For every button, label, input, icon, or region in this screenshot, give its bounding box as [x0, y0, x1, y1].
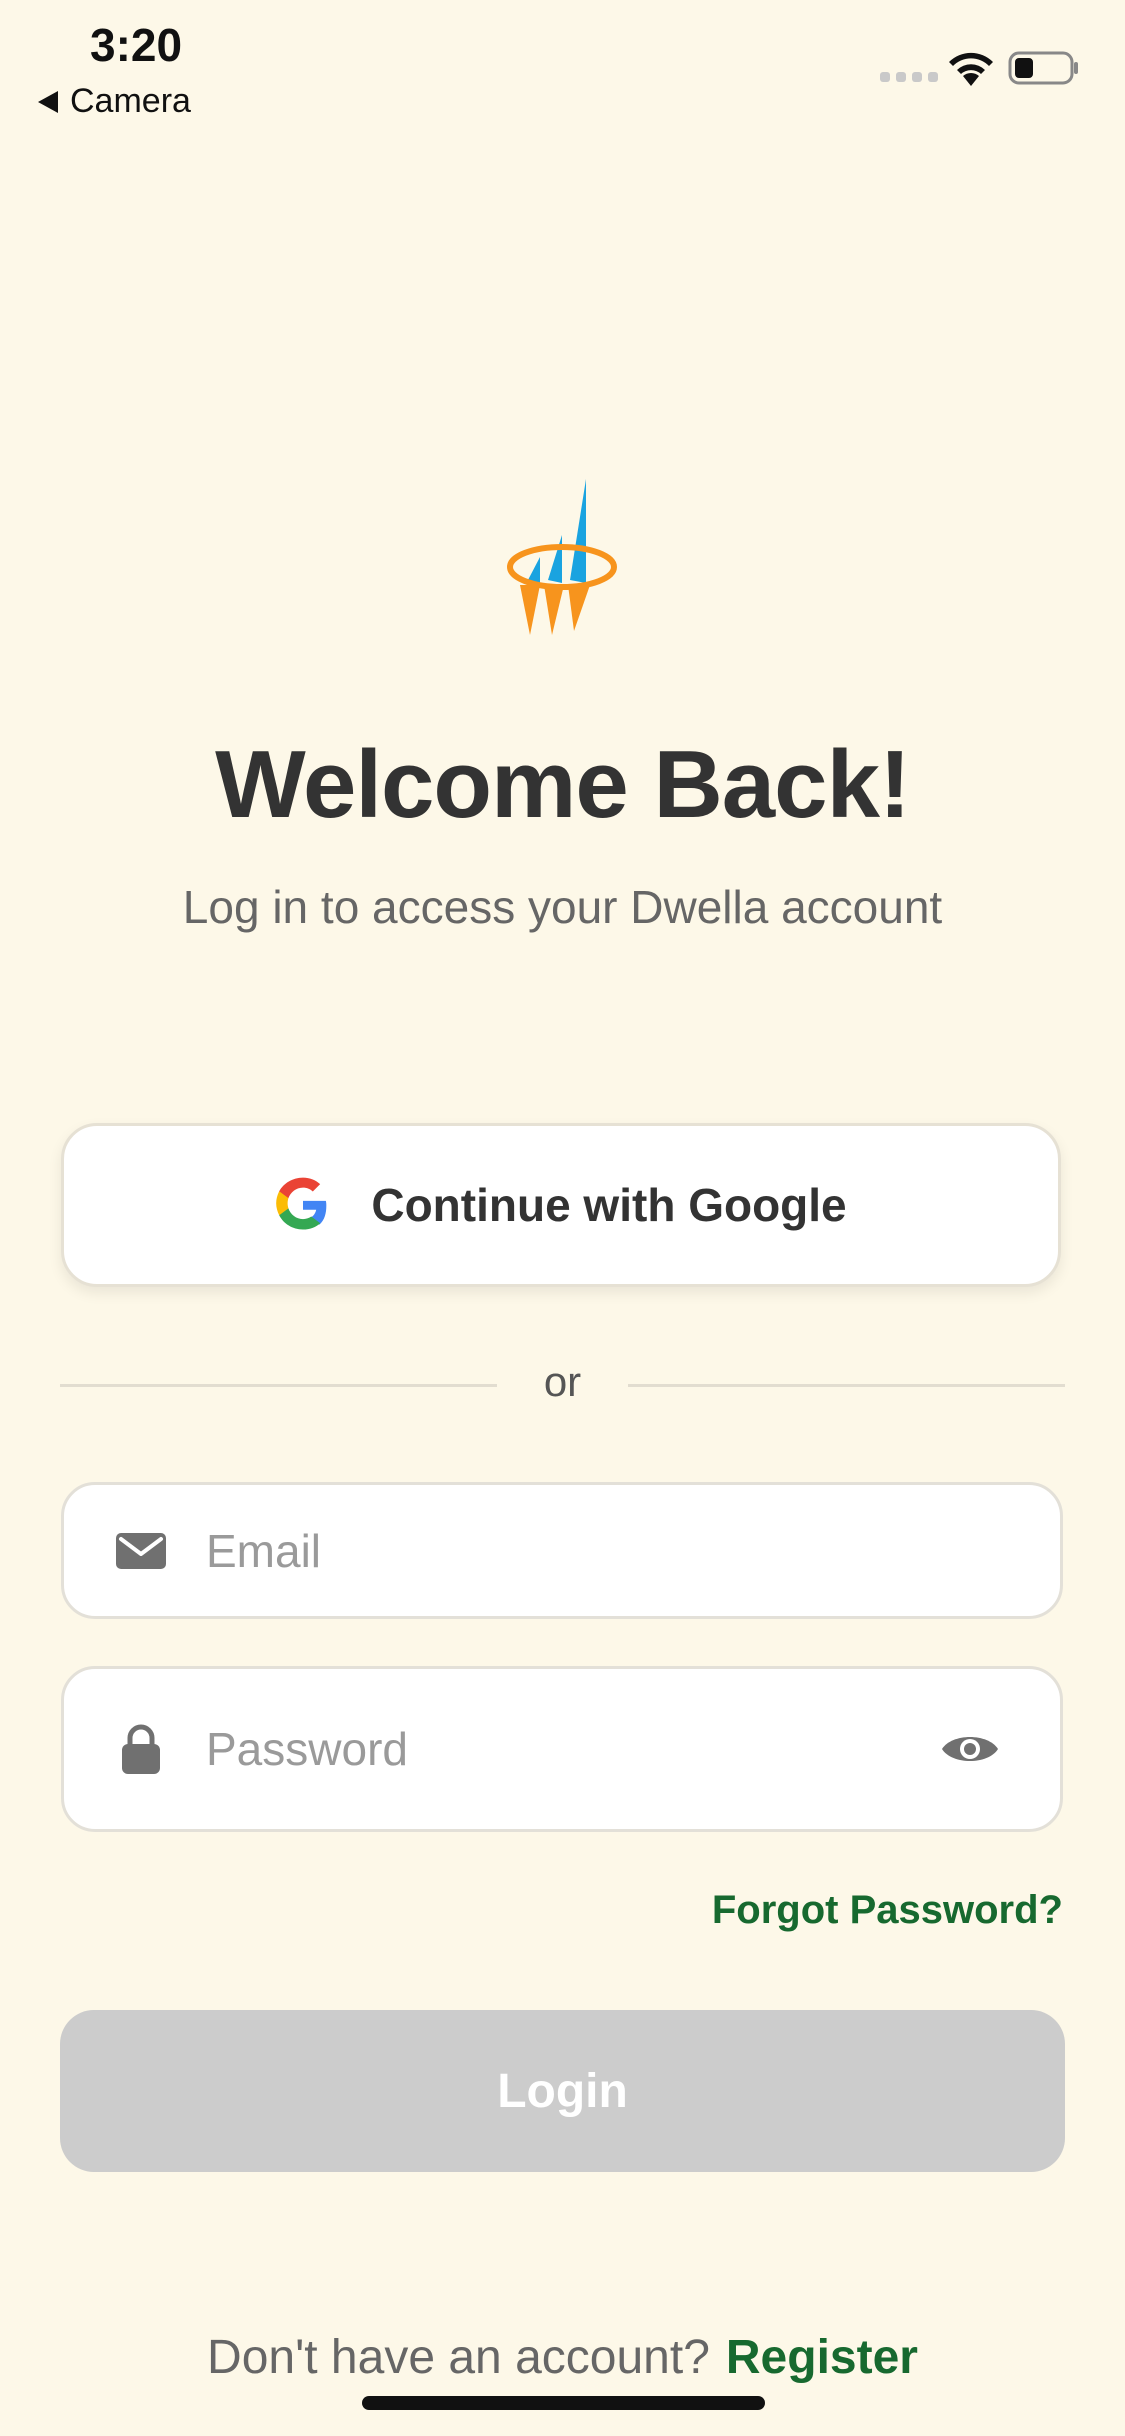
lock-icon: [122, 1724, 160, 1774]
divider-line-left: [60, 1384, 497, 1387]
google-button-label: Continue with Google: [371, 1179, 847, 1231]
register-row: Don't have an account? Register: [0, 2330, 1125, 2385]
battery-icon: [1008, 51, 1078, 85]
back-arrow-icon: [38, 90, 58, 113]
forgot-password-link[interactable]: Forgot Password?: [712, 1888, 1063, 1933]
back-to-camera-link[interactable]: Camera: [38, 82, 191, 121]
battery-level-fill: [1015, 58, 1033, 78]
password-field[interactable]: [61, 1666, 1063, 1832]
status-time: 3:20: [90, 19, 183, 71]
register-link[interactable]: Register: [726, 2331, 918, 2384]
home-indicator[interactable]: [362, 2396, 765, 2410]
page-subtitle: Log in to access your Dwella account: [182, 881, 943, 933]
password-input[interactable]: [204, 1668, 940, 1830]
google-icon: [276, 1177, 327, 1230]
eye-icon[interactable]: [940, 1729, 1000, 1769]
login-button[interactable]: Login: [60, 2010, 1065, 2172]
mail-icon: [116, 1532, 166, 1569]
divider-line-right: [628, 1384, 1065, 1387]
page-title: Welcome Back!: [215, 731, 911, 838]
continue-with-google-button[interactable]: Continue with Google: [61, 1123, 1061, 1287]
email-field[interactable]: [61, 1482, 1063, 1619]
cellular-signal-icon: [880, 72, 938, 82]
email-input[interactable]: [204, 1484, 1060, 1617]
divider-or-text: or: [543, 1358, 582, 1405]
back-link-label: Camera: [70, 82, 191, 120]
wifi-icon: [949, 52, 993, 86]
register-prompt: Don't have an account?: [207, 2331, 710, 2384]
dwella-logo-icon: [507, 479, 617, 635]
